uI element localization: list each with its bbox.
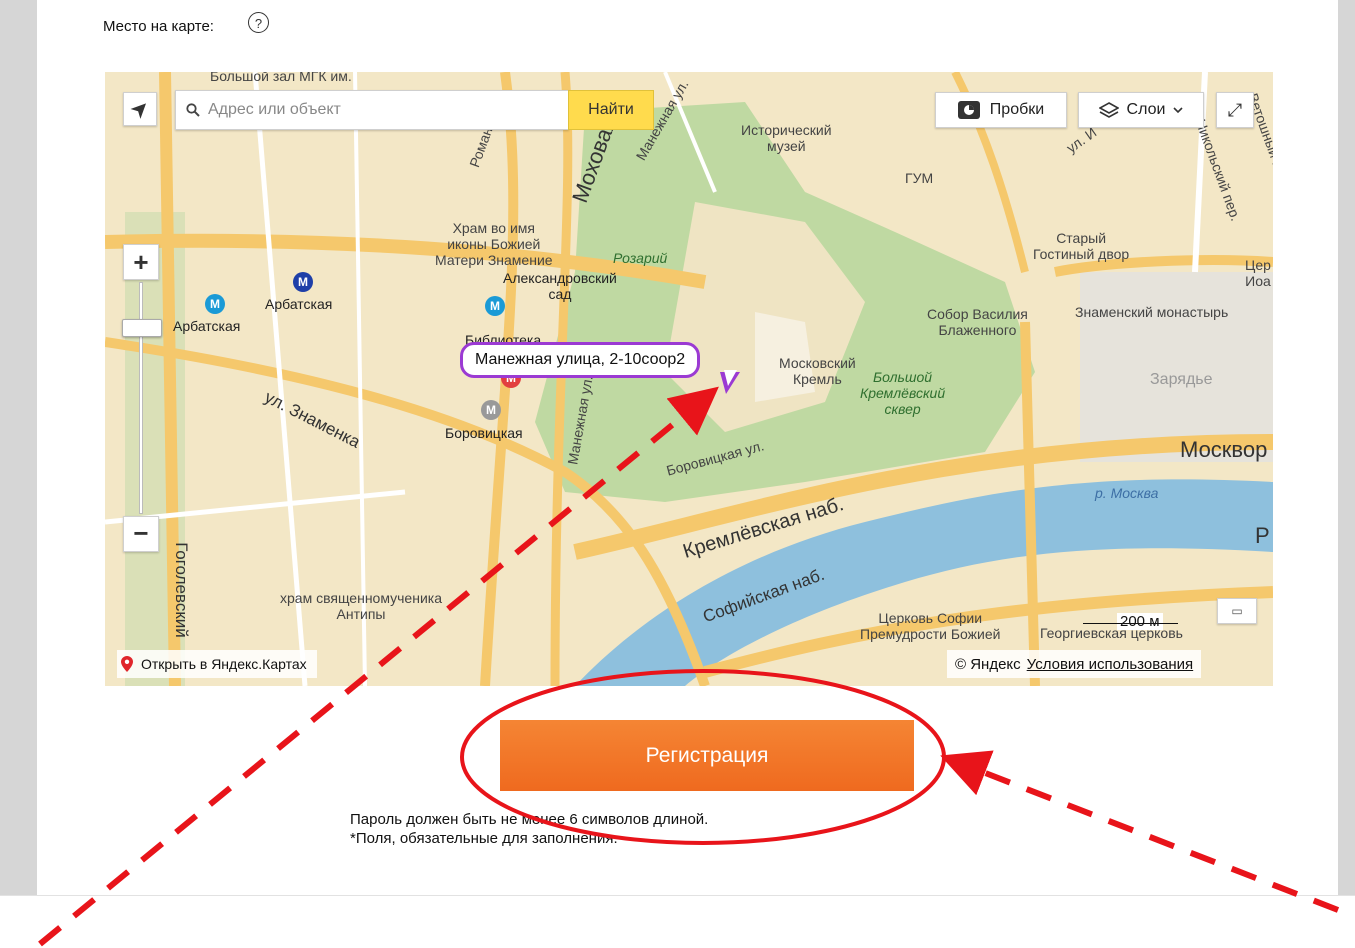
map-label-moscow-river: р. Москва <box>1095 485 1159 501</box>
zoom-out-button[interactable]: − <box>123 516 159 552</box>
zoom-slider-handle[interactable] <box>122 319 162 337</box>
map-label-historical-museum: Исторический музей <box>741 122 832 154</box>
terms-of-use-link[interactable]: Условия использования <box>1027 656 1194 673</box>
layers-label: Слои <box>1126 101 1166 118</box>
map-label-antipy: храм священномученика Антипы <box>280 590 442 622</box>
metro-icon: М <box>481 400 501 420</box>
map-label-kreml: Московский Кремль <box>779 355 856 387</box>
copyright-text: © Яндекс <box>955 655 1021 673</box>
expand-icon: ⤢ <box>1227 100 1243 120</box>
zoom-slider-track[interactable] <box>139 282 143 514</box>
map-label-alexander-garden: Александровский сад <box>503 270 617 302</box>
map-label-borovitskaya: Боровицкая <box>445 425 523 441</box>
yandex-map[interactable]: Большой зал МГК им. Романов Моховая Мане… <box>105 72 1273 686</box>
layers-button[interactable]: Слои <box>1078 92 1204 128</box>
traffic-button[interactable]: Пробки <box>935 92 1067 128</box>
ruler-button[interactable]: ▭ <box>1217 598 1257 624</box>
password-hint: Пароль должен быть не менее 6 символов д… <box>350 811 709 828</box>
map-search-box[interactable] <box>175 90 569 130</box>
location-arrow-icon: ➤ <box>124 93 156 125</box>
metro-icon: М <box>293 272 313 292</box>
traffic-icon <box>957 101 980 119</box>
ruler-icon: ▭ <box>1231 604 1243 618</box>
map-scale-bar <box>1083 623 1178 624</box>
form-notes: Пароль должен быть не менее 6 символов д… <box>350 810 708 848</box>
map-label-temple-znamenie: Храм во имя иконы Божией Матери Знамение <box>435 220 553 268</box>
metro-icon: М <box>485 296 505 316</box>
register-button[interactable]: Регистрация <box>500 720 914 791</box>
map-pin-icon <box>121 656 133 672</box>
map-label-bolshoi-zal: Большой зал МГК им. <box>210 72 352 84</box>
map-label-gum: ГУМ <box>905 170 934 186</box>
open-in-yandex-label: Открыть в Яндекс.Картах <box>141 656 307 672</box>
open-in-yandex-link[interactable]: Открыть в Яндекс.Картах <box>117 650 317 678</box>
map-label-arbatskaya-1: Арбатская <box>265 296 333 312</box>
map-label-old-gostiny: Старый Гостиный двор <box>1033 230 1130 262</box>
map-label-sobor: Собор Василия Блаженного <box>927 306 1028 338</box>
zoom-in-button[interactable]: + <box>123 244 159 280</box>
right-gutter <box>1338 0 1355 895</box>
panel-bottom-border <box>0 895 1355 896</box>
chevron-down-icon <box>1173 106 1184 113</box>
map-copyright: © Яндекс Условия использования <box>947 650 1202 678</box>
map-label-church-right: Цер Иоа <box>1245 257 1271 289</box>
map-label-r: Р <box>1255 523 1270 548</box>
map-balloon[interactable]: Манежная улица, 2-10соор2 <box>460 342 701 378</box>
layers-icon <box>1098 102 1119 118</box>
map-label-bolshoi-sq: Большой Кремлёвский сквер <box>860 369 946 417</box>
map-label-znamensky: Знаменский монастырь <box>1075 304 1229 320</box>
map-label-gogolevsky: Гоголевский <box>171 542 191 638</box>
help-icon[interactable]: ? <box>248 12 269 33</box>
left-gutter <box>0 0 37 895</box>
map-scale-label: 200 м <box>1117 613 1163 630</box>
fullscreen-button[interactable]: ⤢ <box>1216 92 1254 128</box>
map-label-sofia: Церковь Софии Премудрости Божией <box>860 610 1001 642</box>
map-label-zaryadye: Зарядье <box>1150 371 1213 388</box>
balloon-tail-inner <box>724 370 737 386</box>
map-label-arbatskaya-2: Арбатская <box>173 318 241 334</box>
geolocation-button[interactable]: ➤ <box>123 92 157 126</box>
map-label-rozary: Розарий <box>613 250 668 266</box>
metro-icon: М <box>205 294 225 314</box>
map-search-input[interactable] <box>206 100 550 120</box>
required-hint: *Поля, обязательные для заполнения. <box>350 830 618 847</box>
search-icon <box>186 103 200 117</box>
map-label-moskvor: Москвор <box>1180 437 1268 462</box>
map-find-button[interactable]: Найти <box>568 90 654 130</box>
map-location-label: Место на карте: <box>103 18 214 35</box>
traffic-label: Пробки <box>989 101 1045 118</box>
